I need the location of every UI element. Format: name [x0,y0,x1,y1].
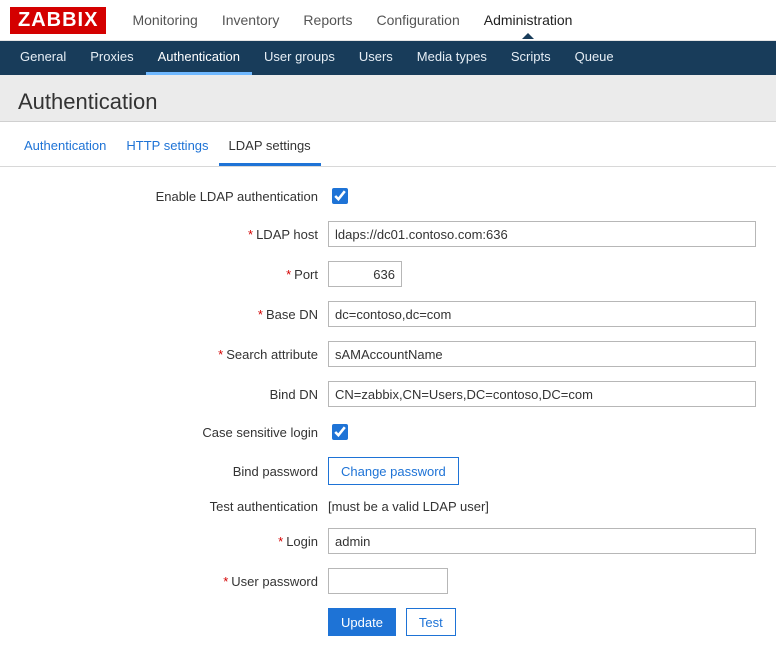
label-bind-dn: Bind DN [18,387,328,402]
required-marker: * [248,227,253,242]
label-test-auth: Test authentication [18,499,328,514]
label-user-password: User password [231,574,318,589]
required-marker: * [223,574,228,589]
checkbox-case-sensitive[interactable] [332,424,348,440]
subnav-user-groups[interactable]: User groups [252,41,347,75]
logo: ZABBIX [10,7,106,34]
tab-ldap-settings[interactable]: LDAP settings [219,130,321,166]
required-marker: * [258,307,263,322]
subnav-users[interactable]: Users [347,41,405,75]
input-user-password[interactable] [328,568,448,594]
subnav-general[interactable]: General [8,41,78,75]
label-search-attr: Search attribute [226,347,318,362]
label-port: Port [294,267,318,282]
input-bind-dn[interactable] [328,381,756,407]
input-ldap-host[interactable] [328,221,756,247]
required-marker: * [218,347,223,362]
tab-authentication[interactable]: Authentication [14,130,116,166]
subnav-authentication[interactable]: Authentication [146,41,252,75]
label-ldap-host: LDAP host [256,227,318,242]
label-login: Login [286,534,318,549]
label-enable-ldap: Enable LDAP authentication [18,189,328,204]
topnav-reports[interactable]: Reports [291,2,364,38]
top-nav: Monitoring Inventory Reports Configurati… [120,2,584,38]
checkbox-enable-ldap[interactable] [332,188,348,204]
subnav-scripts[interactable]: Scripts [499,41,563,75]
update-button[interactable]: Update [328,608,396,636]
ldap-form: Enable LDAP authentication *LDAP host *P… [0,167,776,660]
label-base-dn: Base DN [266,307,318,322]
label-case-sensitive: Case sensitive login [18,425,328,440]
label-bind-password: Bind password [18,464,328,479]
required-marker: * [278,534,283,549]
page-title: Authentication [18,89,758,115]
topnav-configuration[interactable]: Configuration [364,2,471,38]
topnav-administration[interactable]: Administration [472,2,585,38]
page-heading: Authentication [0,75,776,122]
test-auth-note: [must be a valid LDAP user] [328,499,489,514]
tab-http-settings[interactable]: HTTP settings [116,130,218,166]
input-login[interactable] [328,528,756,554]
top-bar: ZABBIX Monitoring Inventory Reports Conf… [0,0,776,41]
input-search-attribute[interactable] [328,341,756,367]
input-base-dn[interactable] [328,301,756,327]
topnav-inventory[interactable]: Inventory [210,2,292,38]
topnav-monitoring[interactable]: Monitoring [120,2,209,38]
subnav-queue[interactable]: Queue [563,41,626,75]
test-button[interactable]: Test [406,608,456,636]
sub-nav: General Proxies Authentication User grou… [0,41,776,75]
required-marker: * [286,267,291,282]
input-port[interactable] [328,261,402,287]
subnav-media-types[interactable]: Media types [405,41,499,75]
tab-bar: Authentication HTTP settings LDAP settin… [0,122,776,167]
change-password-button[interactable]: Change password [328,457,459,485]
subnav-proxies[interactable]: Proxies [78,41,145,75]
